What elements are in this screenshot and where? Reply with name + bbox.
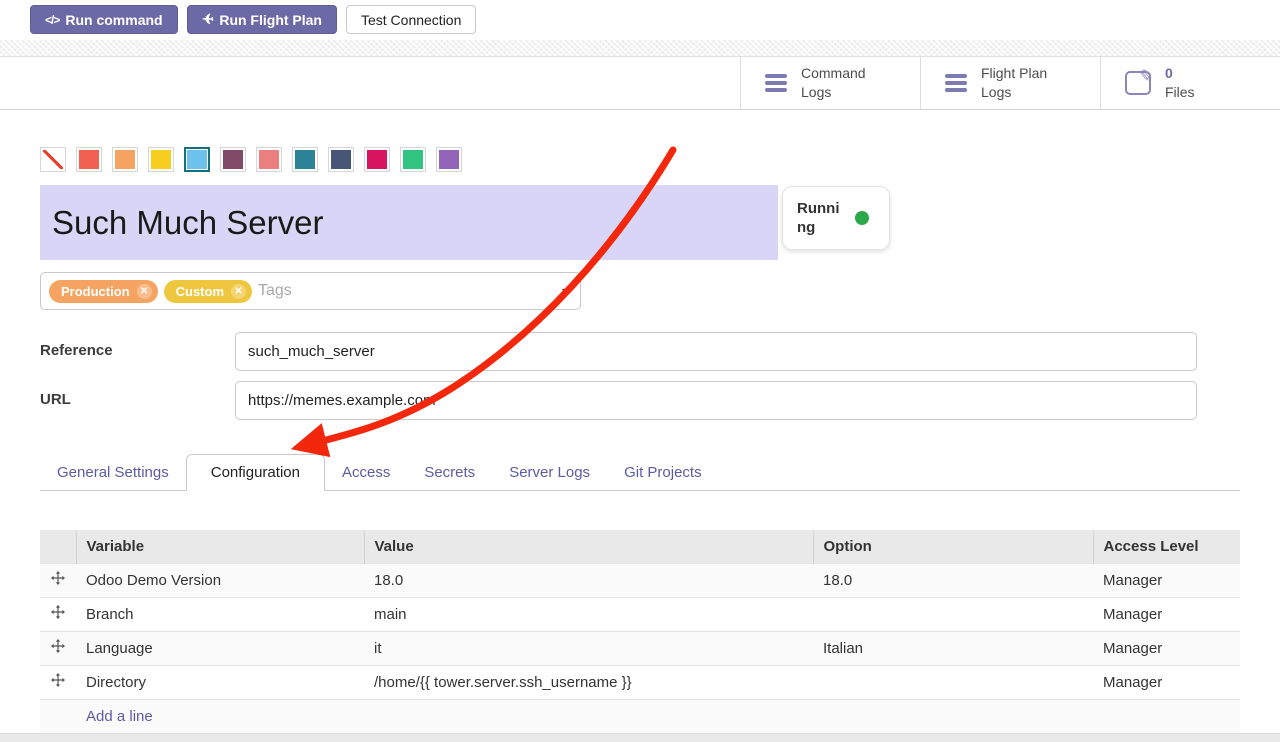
sheet-bottom-edge: [0, 733, 1280, 742]
notebook-tabs: General Settings Configuration Access Se…: [40, 453, 1240, 491]
table-row[interactable]: Directory /home/{{ tower.server.ssh_user…: [40, 665, 1240, 699]
color-palette: [40, 147, 462, 172]
tag-production[interactable]: Production ✕: [49, 280, 158, 303]
color-swatch-orange[interactable]: [112, 147, 138, 172]
command-logs-button[interactable]: Command Logs: [740, 57, 920, 109]
cell-variable[interactable]: Branch: [76, 597, 364, 631]
tags-field[interactable]: Production ✕ Custom ✕ Tags ▾: [40, 272, 581, 310]
list-icon: [945, 74, 967, 92]
color-swatch-red[interactable]: [76, 147, 102, 172]
color-swatch-green[interactable]: [400, 147, 426, 172]
cell-value[interactable]: main: [364, 597, 813, 631]
add-line-row[interactable]: Add a line: [40, 699, 1240, 733]
tags-placeholder: Tags: [258, 282, 292, 300]
test-connection-label: Test Connection: [361, 12, 461, 28]
divider-band: [0, 40, 1280, 57]
plane-icon: ✈: [202, 11, 214, 28]
url-input[interactable]: [235, 381, 1197, 420]
run-flight-plan-button[interactable]: ✈ Run Flight Plan: [187, 5, 337, 34]
tab-configuration[interactable]: Configuration: [186, 454, 325, 491]
cell-option[interactable]: 18.0: [813, 563, 1093, 597]
tag-custom[interactable]: Custom ✕: [164, 280, 252, 303]
remove-tag-icon[interactable]: ✕: [137, 284, 152, 299]
column-header-option[interactable]: Option: [813, 530, 1093, 563]
files-count: 0: [1165, 64, 1195, 83]
tag-label: Custom: [176, 284, 224, 299]
cell-option[interactable]: [813, 665, 1093, 699]
chevron-down-icon[interactable]: ▾: [562, 284, 568, 298]
table-header-row: Variable Value Option Access Level: [40, 530, 1240, 563]
handle-spacer: [40, 699, 76, 733]
column-header-access-level[interactable]: Access Level: [1093, 530, 1240, 563]
color-swatch-fuchsia[interactable]: [364, 147, 390, 172]
handle-column-header: [40, 530, 76, 563]
color-swatch-teal[interactable]: [292, 147, 318, 172]
form-sheet: Such Much Server Running Production ✕ Cu…: [0, 110, 1280, 742]
reference-label: Reference: [40, 342, 113, 359]
server-title-field[interactable]: Such Much Server: [40, 185, 778, 260]
run-command-label: Run command: [65, 12, 162, 28]
color-swatch-salmon[interactable]: [256, 147, 282, 172]
tab-secrets[interactable]: Secrets: [407, 455, 492, 490]
command-logs-label: Command Logs: [801, 64, 887, 102]
status-dot: [855, 211, 869, 225]
color-swatch-none[interactable]: [40, 147, 66, 172]
reference-input[interactable]: [235, 332, 1197, 371]
color-swatch-dark-purple[interactable]: [220, 147, 246, 172]
drag-handle-icon[interactable]: [40, 563, 76, 597]
cell-option[interactable]: Italian: [813, 631, 1093, 665]
top-action-bar: </> Run command ✈ Run Flight Plan Test C…: [0, 0, 1280, 40]
server-title: Such Much Server: [52, 204, 323, 242]
cell-variable[interactable]: Odoo Demo Version: [76, 563, 364, 597]
table-row[interactable]: Odoo Demo Version 18.0 18.0 Manager: [40, 563, 1240, 597]
tag-label: Production: [61, 284, 130, 299]
status-card[interactable]: Running: [782, 186, 890, 250]
tab-access[interactable]: Access: [325, 455, 407, 490]
tab-git-projects[interactable]: Git Projects: [607, 455, 719, 490]
form-header: Command Logs Flight Plan Logs ✎ 0 Files: [0, 57, 1280, 110]
cell-variable[interactable]: Directory: [76, 665, 364, 699]
cell-access-level[interactable]: Manager: [1093, 631, 1240, 665]
column-header-value[interactable]: Value: [364, 530, 813, 563]
tab-general-settings[interactable]: General Settings: [40, 455, 186, 490]
column-header-variable[interactable]: Variable: [76, 530, 364, 563]
cell-access-level[interactable]: Manager: [1093, 597, 1240, 631]
code-icon: </>: [45, 13, 59, 27]
color-swatch-dark-blue[interactable]: [328, 147, 354, 172]
cell-value[interactable]: it: [364, 631, 813, 665]
cell-access-level[interactable]: Manager: [1093, 563, 1240, 597]
test-connection-button[interactable]: Test Connection: [346, 5, 476, 34]
configuration-table: Variable Value Option Access Level Odoo …: [40, 530, 1240, 733]
add-line-link[interactable]: Add a line: [76, 699, 1240, 733]
cell-value[interactable]: /home/{{ tower.server.ssh_username }}: [364, 665, 813, 699]
cell-variable[interactable]: Language: [76, 631, 364, 665]
page: </> Run command ✈ Run Flight Plan Test C…: [0, 0, 1280, 742]
table-row[interactable]: Language it Italian Manager: [40, 631, 1240, 665]
edit-square-icon: ✎: [1125, 71, 1151, 95]
drag-handle-icon[interactable]: [40, 631, 76, 665]
color-swatch-purple[interactable]: [436, 147, 462, 172]
cell-option[interactable]: [813, 597, 1093, 631]
table-row[interactable]: Branch main Manager: [40, 597, 1240, 631]
list-icon: [765, 74, 787, 92]
status-label: Running: [797, 199, 845, 238]
flight-plan-logs-button[interactable]: Flight Plan Logs: [920, 57, 1100, 109]
remove-tag-icon[interactable]: ✕: [231, 284, 246, 299]
color-swatch-yellow[interactable]: [148, 147, 174, 172]
tab-server-logs[interactable]: Server Logs: [492, 455, 607, 490]
cell-value[interactable]: 18.0: [364, 563, 813, 597]
run-command-button[interactable]: </> Run command: [30, 5, 178, 34]
url-label: URL: [40, 391, 71, 408]
cell-access-level[interactable]: Manager: [1093, 665, 1240, 699]
drag-handle-icon[interactable]: [40, 665, 76, 699]
files-label: Files: [1165, 83, 1195, 102]
files-button[interactable]: ✎ 0 Files: [1100, 57, 1280, 109]
color-swatch-light-blue[interactable]: [184, 147, 210, 172]
flight-plan-logs-label: Flight Plan Logs: [981, 64, 1067, 102]
drag-handle-icon[interactable]: [40, 597, 76, 631]
run-flight-plan-label: Run Flight Plan: [219, 12, 322, 28]
